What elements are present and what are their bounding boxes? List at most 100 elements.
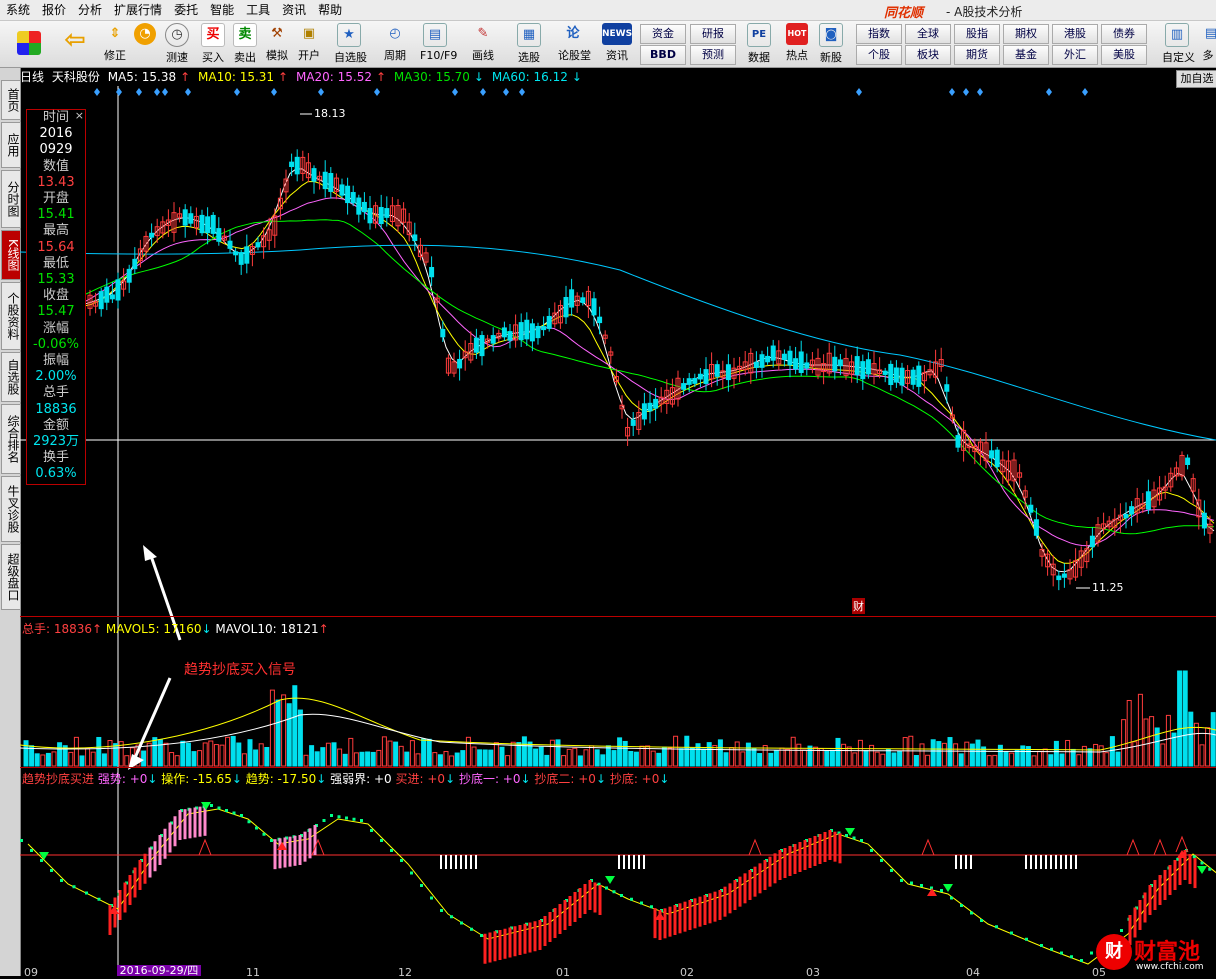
bound-value: 强弱界: +0 (330, 772, 392, 786)
trend-dot (470, 927, 473, 931)
trend-dot (480, 934, 483, 937)
volume-bar (1199, 744, 1205, 767)
candle-body (837, 359, 843, 367)
volume-bar (152, 737, 158, 767)
volume-bar (314, 751, 320, 767)
candle-body (686, 378, 692, 385)
volume-bar (1193, 722, 1199, 767)
volume-bar (264, 747, 270, 767)
x-label: 02 (680, 966, 694, 979)
candle-body (361, 201, 367, 213)
volume-bar (510, 741, 516, 767)
x-label: 12 (398, 966, 412, 979)
low-price: 15.33 (37, 272, 75, 288)
volume-bar (992, 754, 998, 767)
volume-bar (801, 749, 807, 767)
event-diamond-icon (452, 88, 458, 96)
ma10-line (85, 180, 1215, 564)
volume-bar (1188, 711, 1194, 767)
down-arrow-icon: ↓ (659, 772, 670, 786)
weak-marker-bar (465, 855, 467, 869)
volume-bar (706, 742, 712, 767)
volume-bar (1081, 745, 1087, 767)
volume-bar (773, 750, 779, 767)
volume-bar (269, 689, 275, 767)
candle-body (893, 367, 899, 383)
mavol5: MAVOL5: 17160 (105, 622, 202, 636)
sell-triangle-icon (605, 876, 615, 884)
candle-body (1145, 491, 1151, 510)
signal-cap-icon (748, 838, 762, 856)
candle-body (1033, 519, 1039, 536)
candle-body (205, 216, 211, 234)
volume-bar (303, 754, 309, 767)
volume-bar (717, 739, 723, 767)
trend-dot (630, 897, 633, 901)
candle-body (490, 335, 496, 344)
volume: 18836 (35, 401, 77, 417)
candle-body (1201, 512, 1207, 529)
signal-cap-icon (921, 838, 935, 856)
trend-dot (400, 859, 403, 862)
volume-bar (986, 755, 992, 767)
candle-body (524, 319, 530, 340)
weak-marker-bar (1070, 855, 1072, 869)
volume-bar (947, 737, 953, 767)
candle-body (681, 383, 687, 390)
event-diamond-icon (480, 88, 486, 96)
trend-dot (1060, 951, 1063, 955)
volume-bar (1065, 739, 1071, 767)
volume-bar (169, 752, 175, 767)
trend-dot (960, 904, 963, 907)
volume-bar (667, 747, 673, 767)
volume-bar (566, 748, 572, 767)
weak-marker-bar (633, 855, 635, 869)
volume-bar (247, 739, 253, 767)
volume-bar (925, 754, 931, 767)
volume-bar (1109, 736, 1115, 767)
candle-body (182, 209, 188, 226)
candle-body (569, 289, 575, 308)
trend-dot (255, 826, 258, 830)
trend-dot (995, 925, 998, 929)
volume-bar (1115, 751, 1121, 767)
volume-bar (941, 742, 947, 767)
weak-marker-bar (1035, 855, 1037, 869)
volume-bar (174, 755, 180, 767)
candle-body (1129, 506, 1135, 515)
indicator-name[interactable]: 趋势抄底买进 (22, 772, 94, 786)
candle-body (541, 326, 547, 331)
event-diamond-icon (374, 88, 380, 96)
candle-body (759, 354, 765, 368)
amount: 2923万 (32, 434, 80, 450)
volume-bar (1053, 740, 1059, 767)
volume-bar (320, 747, 326, 767)
trend-dot (50, 869, 53, 872)
candle-body (944, 384, 950, 392)
volume-bar (73, 736, 79, 767)
volume-bar (208, 740, 214, 767)
close-icon[interactable]: × (75, 108, 84, 124)
volume-bar (1087, 748, 1093, 767)
volume-bar (785, 748, 791, 767)
event-diamond-icon (963, 88, 969, 96)
volume-bar (751, 748, 757, 767)
volume-bar (163, 742, 169, 767)
volume-bar (57, 742, 63, 767)
volume-bar (1093, 743, 1099, 767)
candle-body (1089, 535, 1095, 548)
finance-marker[interactable]: 财 (852, 598, 865, 614)
candle-body (255, 242, 261, 248)
volume-bar (124, 755, 130, 767)
volume-bar (863, 750, 869, 767)
kline-chart[interactable] (0, 0, 1216, 976)
trend-dot (20, 839, 23, 842)
event-diamond-icon (94, 88, 100, 96)
volume-bar (359, 751, 365, 767)
candle-body (882, 370, 888, 375)
trend-dot (890, 869, 893, 872)
x-label: 03 (806, 966, 820, 979)
candle-body (994, 449, 1000, 468)
candle-body (804, 362, 810, 369)
volume-bar (768, 752, 774, 767)
